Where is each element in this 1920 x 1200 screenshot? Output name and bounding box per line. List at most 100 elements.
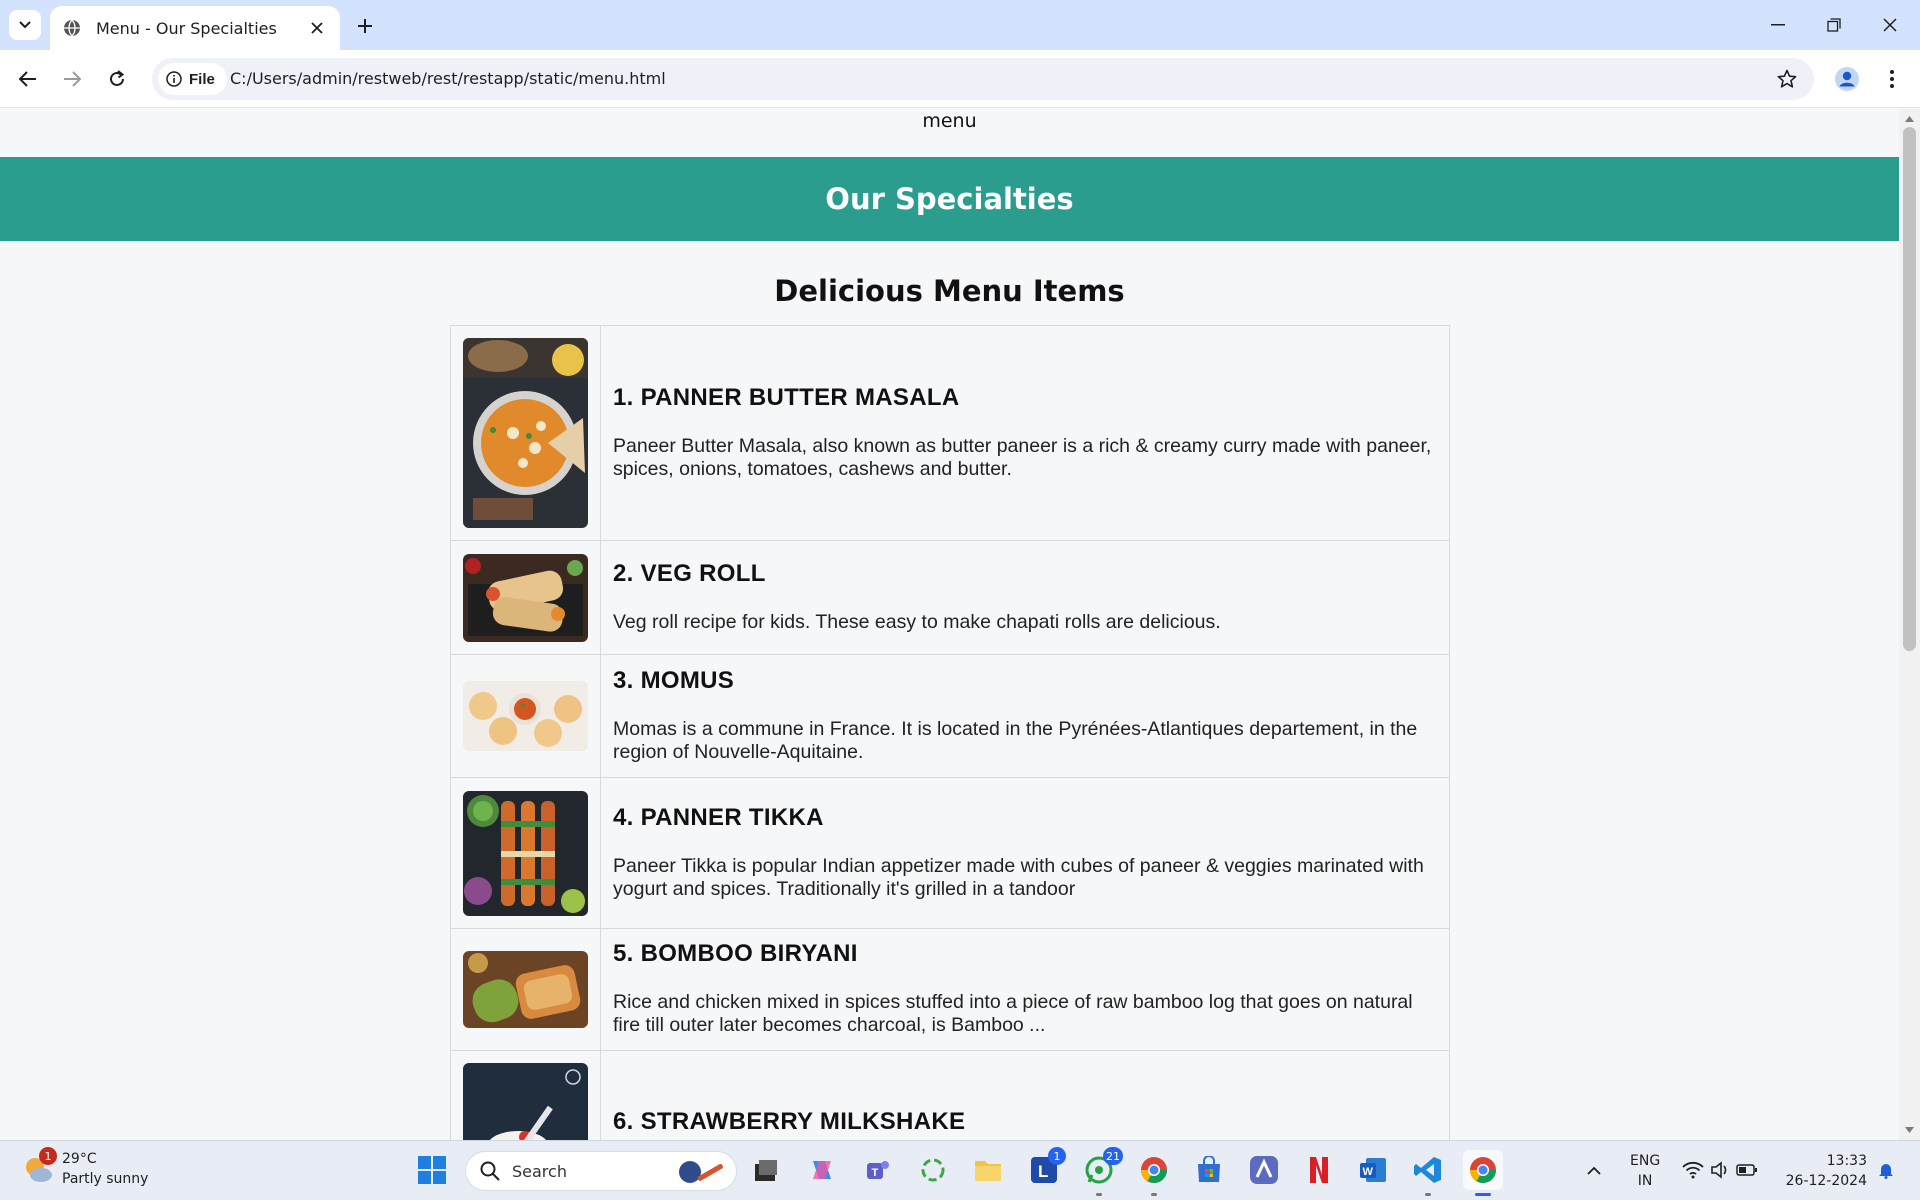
running-indicator — [1151, 1193, 1157, 1196]
menu-item-row: 6. STRAWBERRY MILKSHAKE — [451, 1051, 1449, 1140]
language-code: ENG — [1630, 1153, 1661, 1169]
svg-text:T: T — [872, 1167, 879, 1179]
whatsapp-button[interactable]: 21 — [1079, 1147, 1123, 1196]
teams-icon: T — [867, 1161, 889, 1179]
menu-table: 1. PANNER BUTTER MASALA Paneer Butter Ma… — [450, 325, 1450, 1140]
netflix-button[interactable] — [1299, 1150, 1339, 1190]
address-bar[interactable]: File C:/Users/admin/restweb/rest/restapp… — [152, 58, 1814, 100]
menu-item-row: 5. BOMBOO BIRYANI Rice and chicken mixed… — [451, 929, 1449, 1051]
vscode-icon — [1414, 1157, 1441, 1183]
launcher-badge: 1 — [1048, 1147, 1066, 1165]
taskbar-search-box[interactable]: Search — [465, 1151, 737, 1191]
folder-icon — [975, 1161, 1001, 1181]
word-icon: W — [1360, 1158, 1386, 1182]
launcher-l-button[interactable]: L 1 — [1024, 1147, 1066, 1190]
menu-item-text-cell: 5. BOMBOO BIRYANI Rice and chicken mixed… — [601, 929, 1449, 1050]
clock[interactable]: 13:33 26-12-2024 — [1785, 1151, 1867, 1191]
chrome-button[interactable] — [1134, 1150, 1174, 1196]
store-icon — [1198, 1156, 1220, 1182]
menu-item-image-cell — [451, 541, 601, 654]
paneer-tikka-image — [463, 790, 588, 916]
menu-item-text-cell: 1. PANNER BUTTER MASALA Paneer Butter Ma… — [601, 326, 1449, 540]
minimize-window-button[interactable] — [1750, 0, 1806, 50]
spinner-app-button[interactable] — [913, 1150, 953, 1190]
new-tab-button[interactable] — [350, 11, 380, 41]
menu-item-text-cell: 6. STRAWBERRY MILKSHAKE — [601, 1051, 1449, 1140]
star-icon — [1777, 69, 1797, 88]
chrome-active-button[interactable] — [1463, 1150, 1503, 1196]
restore-window-button[interactable] — [1806, 0, 1862, 50]
menu-item-description: Momas is a commune in France. It is loca… — [613, 717, 1418, 763]
menu-item-row: 3. MOMUS Momas is a commune in France. I… — [451, 655, 1449, 778]
close-window-button[interactable] — [1862, 0, 1918, 50]
running-indicator — [1425, 1193, 1431, 1196]
circular-arrows-icon — [921, 1158, 945, 1182]
scroll-thumb[interactable] — [1903, 127, 1916, 651]
scroll-down-arrow-icon[interactable] — [1904, 1126, 1915, 1134]
bamboo-biryani-image — [463, 951, 588, 1028]
globe-icon — [62, 18, 82, 38]
quick-settings-button[interactable] — [1680, 1150, 1760, 1190]
page-scrollbar[interactable] — [1899, 109, 1920, 1140]
copilot-button[interactable] — [802, 1150, 842, 1190]
clock-date: 26-12-2024 — [1785, 1173, 1867, 1189]
veg-roll-image — [463, 553, 588, 642]
menu-item-name: 6. STRAWBERRY MILKSHAKE — [613, 1108, 966, 1135]
language-indicator[interactable]: ENG IN — [1630, 1151, 1660, 1191]
battery-icon — [1736, 1164, 1757, 1176]
menu-item-text-cell: 4. PANNER TIKKA Paneer Tikka is popular … — [601, 778, 1449, 928]
hero-title: Our Specialties — [825, 182, 1074, 216]
menu-item-description: Veg roll recipe for kids. These easy to … — [613, 610, 1221, 633]
vscode-button[interactable] — [1408, 1150, 1448, 1196]
menu-item-image-cell — [451, 1051, 601, 1140]
menu-item-name: 1. PANNER BUTTER MASALA — [613, 383, 960, 411]
restore-icon — [1827, 18, 1841, 32]
notifications-button[interactable] — [1874, 1150, 1898, 1190]
menu-item-name: 5. BOMBOO BIRYANI — [613, 940, 858, 967]
arc-app-button[interactable] — [1244, 1150, 1284, 1190]
site-info-chip[interactable]: File — [158, 63, 227, 95]
section-title: Delicious Menu Items — [774, 274, 1125, 308]
chrome-icon — [1469, 1157, 1497, 1184]
browser-tab-active[interactable]: Menu - Our Specialties — [50, 6, 340, 50]
teams-button[interactable]: T — [858, 1150, 898, 1190]
browser-toolbar: File C:/Users/admin/restweb/rest/restapp… — [0, 50, 1920, 108]
menu-item-text-cell: 3. MOMUS Momas is a commune in France. I… — [601, 655, 1449, 777]
volume-icon — [1711, 1161, 1727, 1179]
tab-search-button[interactable] — [9, 10, 41, 40]
copilot-icon — [813, 1161, 831, 1179]
close-tab-icon[interactable] — [306, 17, 328, 39]
info-icon — [166, 71, 182, 87]
reload-icon — [110, 70, 125, 86]
menu-item-image-cell — [451, 929, 601, 1050]
weather-widget[interactable]: 1 29°C Partly sunny — [22, 1147, 148, 1189]
url-text[interactable]: C:/Users/admin/restweb/rest/restapp/stat… — [230, 69, 666, 88]
svg-text:W: W — [1363, 1166, 1374, 1178]
chevron-up-icon — [1587, 1166, 1601, 1175]
search-highlight-illustration-icon — [679, 1161, 723, 1183]
scroll-up-arrow-icon[interactable] — [1904, 115, 1915, 123]
word-button[interactable]: W — [1353, 1150, 1393, 1190]
file-explorer-button[interactable] — [968, 1150, 1008, 1190]
browser-menu-button[interactable] — [1880, 63, 1904, 95]
start-button[interactable] — [412, 1150, 452, 1190]
reload-button[interactable] — [101, 63, 133, 95]
top-nav-menu-link[interactable]: menu — [0, 109, 1899, 156]
menu-item-text-cell: 2. VEG ROLL Veg roll recipe for kids. Th… — [601, 541, 1449, 654]
windows-logo-icon — [418, 1156, 446, 1184]
tab-title: Menu - Our Specialties — [96, 18, 277, 38]
menu-item-row: 1. PANNER BUTTER MASALA Paneer Butter Ma… — [451, 326, 1449, 541]
bookmark-star-button[interactable] — [1774, 66, 1800, 92]
menu-item-row: 2. VEG ROLL Veg roll recipe for kids. Th… — [451, 541, 1449, 655]
menu-item-name: 2. VEG ROLL — [613, 559, 766, 587]
menu-item-description: Paneer Tikka is popular Indian appetizer… — [613, 854, 1424, 900]
back-button[interactable] — [12, 63, 44, 95]
profile-button[interactable] — [1831, 63, 1863, 95]
avatar-icon — [1835, 67, 1859, 91]
task-view-button[interactable] — [746, 1150, 786, 1190]
whatsapp-badge: 21 — [1103, 1147, 1123, 1165]
chevron-down-icon — [19, 21, 31, 29]
microsoft-store-button[interactable] — [1189, 1150, 1229, 1190]
show-hidden-icons-button[interactable] — [1582, 1150, 1606, 1190]
forward-button[interactable] — [56, 63, 88, 95]
